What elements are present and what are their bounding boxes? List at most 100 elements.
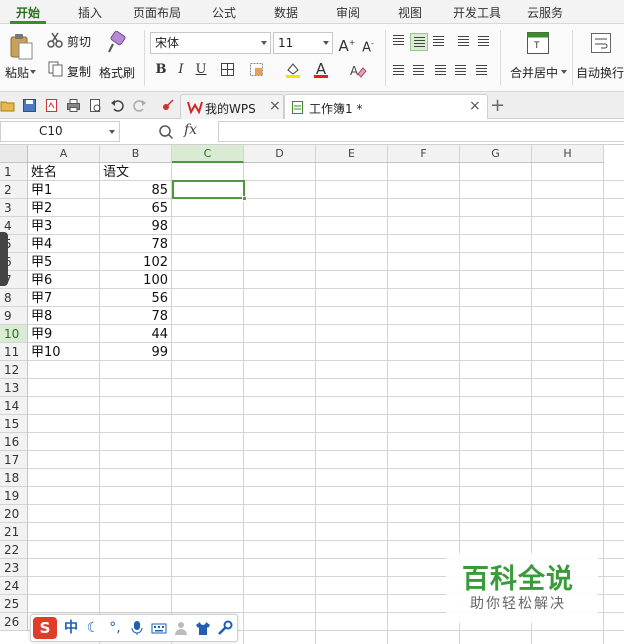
- row-header-14[interactable]: 14: [0, 397, 28, 415]
- align-center-button[interactable]: [410, 62, 428, 80]
- cell-a2[interactable]: 甲1: [28, 181, 99, 199]
- bold-button[interactable]: B: [152, 61, 170, 79]
- name-box[interactable]: C10: [0, 121, 120, 142]
- menu-tab-home[interactable]: 开始: [4, 0, 52, 24]
- cell-style-icon[interactable]: [249, 62, 265, 78]
- wrap-text-label[interactable]: 自动换行: [576, 64, 624, 81]
- align-top-button[interactable]: [390, 32, 408, 50]
- cell-b2[interactable]: 85: [100, 181, 171, 199]
- row-header-15[interactable]: 15: [0, 415, 28, 433]
- print-preview-icon[interactable]: [88, 98, 103, 113]
- cut-icon[interactable]: [47, 32, 63, 48]
- copy-icon[interactable]: [48, 61, 64, 77]
- column-header-c[interactable]: C: [172, 145, 244, 163]
- export-pdf-icon[interactable]: [44, 98, 59, 113]
- new-tab-plus-icon[interactable]: +: [490, 95, 505, 116]
- cell-a11[interactable]: 甲10: [28, 343, 99, 361]
- fill-color-icon[interactable]: [284, 61, 302, 79]
- cell-a10[interactable]: 甲9: [28, 325, 99, 343]
- row-header-12[interactable]: 12: [0, 361, 28, 379]
- cell-b6[interactable]: 102: [100, 253, 171, 271]
- row-header-18[interactable]: 18: [0, 469, 28, 487]
- column-header-h[interactable]: H: [532, 145, 604, 163]
- row-header-25[interactable]: 25: [0, 595, 28, 613]
- paste-dropdown-icon[interactable]: [30, 70, 36, 74]
- undo-icon[interactable]: [110, 98, 125, 113]
- user-icon[interactable]: [173, 620, 189, 636]
- cell-a9[interactable]: 甲8: [28, 307, 99, 325]
- fill-handle[interactable]: [242, 196, 247, 201]
- cell-a4[interactable]: 甲3: [28, 217, 99, 235]
- column-header-e[interactable]: E: [316, 145, 388, 163]
- skin-shirt-icon[interactable]: [195, 620, 211, 636]
- column-header-b[interactable]: B: [100, 145, 172, 163]
- cell-b1[interactable]: 语文: [100, 163, 171, 181]
- cut-label[interactable]: 剪切: [67, 33, 91, 50]
- open-folder-icon[interactable]: [0, 98, 15, 113]
- close-icon[interactable]: ×: [269, 98, 281, 114]
- column-header-g[interactable]: G: [460, 145, 532, 163]
- paste-button[interactable]: [6, 32, 36, 62]
- active-cell-selection[interactable]: [172, 180, 245, 199]
- cell-b8[interactable]: 56: [100, 289, 171, 307]
- borders-icon[interactable]: [220, 62, 236, 78]
- save-icon[interactable]: [22, 98, 37, 113]
- keyboard-icon[interactable]: [151, 620, 167, 636]
- side-dock-handle[interactable]: [0, 232, 8, 286]
- shrink-font-button[interactable]: A-: [359, 35, 377, 55]
- cell-a1[interactable]: 姓名: [28, 163, 99, 181]
- row-header-2[interactable]: 2: [0, 181, 28, 199]
- clear-format-icon[interactable]: A: [349, 62, 367, 80]
- wrap-text-icon[interactable]: [590, 32, 612, 54]
- print-icon[interactable]: [66, 98, 81, 113]
- cell-b4[interactable]: 98: [100, 217, 171, 235]
- menu-tab-developer[interactable]: 开发工具: [446, 0, 508, 24]
- menu-tab-cloud[interactable]: 云服务: [520, 0, 570, 24]
- menu-tab-view[interactable]: 视图: [386, 0, 434, 24]
- menu-tab-review[interactable]: 审阅: [324, 0, 372, 24]
- microphone-icon[interactable]: [129, 620, 145, 636]
- row-header-3[interactable]: 3: [0, 199, 28, 217]
- punctuation-icon[interactable]: °,: [107, 620, 123, 636]
- cell-b7[interactable]: 100: [100, 271, 171, 289]
- menu-tab-page-layout[interactable]: 页面布局: [126, 0, 188, 24]
- align-left-button[interactable]: [390, 62, 408, 80]
- column-header-d[interactable]: D: [244, 145, 316, 163]
- copy-label[interactable]: 复制: [67, 63, 91, 80]
- decrease-indent-button[interactable]: [455, 33, 473, 51]
- align-bottom-button[interactable]: [430, 33, 448, 51]
- row-header-13[interactable]: 13: [0, 379, 28, 397]
- formula-input[interactable]: [218, 121, 624, 142]
- wrench-icon[interactable]: [217, 620, 233, 636]
- align-middle-button[interactable]: [410, 33, 428, 51]
- cell-a5[interactable]: 甲4: [28, 235, 99, 253]
- merge-center-icon[interactable]: T: [526, 31, 550, 55]
- cell-b3[interactable]: 65: [100, 199, 171, 217]
- column-header-f[interactable]: F: [388, 145, 460, 163]
- row-header-16[interactable]: 16: [0, 433, 28, 451]
- insert-function-fx-button[interactable]: fx: [184, 122, 197, 138]
- select-all-corner[interactable]: [0, 145, 28, 163]
- zoom-search-icon[interactable]: [158, 124, 174, 140]
- cell-b5[interactable]: 78: [100, 235, 171, 253]
- cell-a7[interactable]: 甲6: [28, 271, 99, 289]
- merge-center-label[interactable]: 合并居中: [510, 64, 558, 81]
- ime-mode-toggle[interactable]: 中: [63, 620, 79, 636]
- row-header-9[interactable]: 9: [0, 307, 28, 325]
- doc-tab-workbook1[interactable]: 工作簿1 * ×: [284, 94, 488, 119]
- cell-b10[interactable]: 44: [100, 325, 171, 343]
- column-header-a[interactable]: A: [28, 145, 100, 163]
- align-right-button[interactable]: [432, 62, 450, 80]
- moon-icon[interactable]: ☾: [85, 620, 101, 636]
- row-header-8[interactable]: 8: [0, 289, 28, 307]
- increase-indent-button[interactable]: [475, 33, 493, 51]
- cell-a3[interactable]: 甲2: [28, 199, 99, 217]
- merge-center-dropdown-icon[interactable]: [561, 70, 567, 74]
- row-header-11[interactable]: 11: [0, 343, 28, 361]
- row-header-24[interactable]: 24: [0, 577, 28, 595]
- menu-tab-formulas[interactable]: 公式: [200, 0, 248, 24]
- font-name-select[interactable]: 宋体: [150, 32, 271, 54]
- justify-button[interactable]: [452, 62, 470, 80]
- distributed-button[interactable]: [473, 62, 491, 80]
- doc-tab-my-wps[interactable]: 我的WPS ×: [180, 94, 284, 119]
